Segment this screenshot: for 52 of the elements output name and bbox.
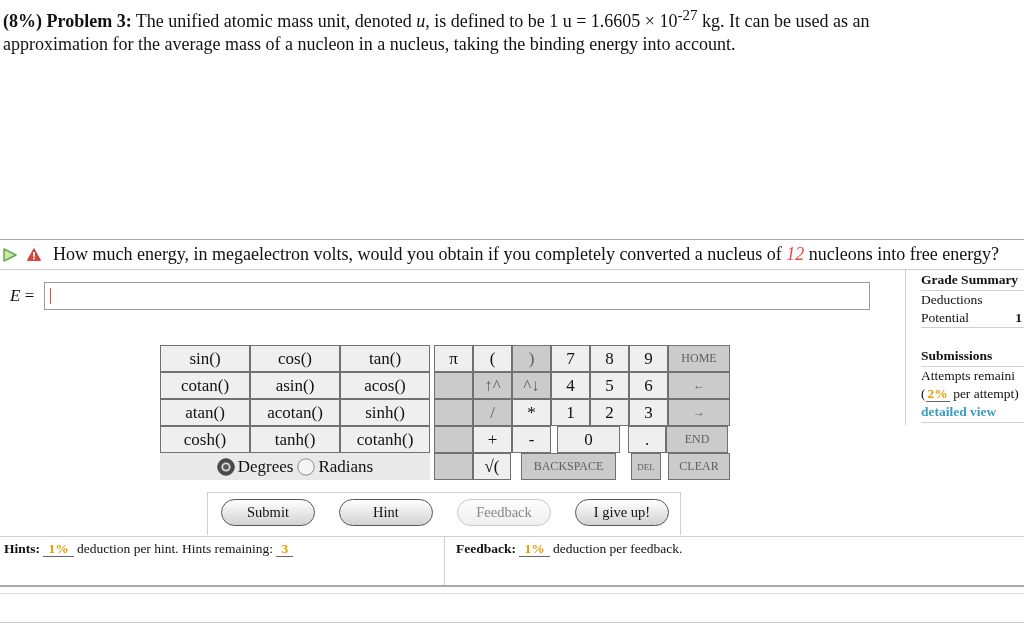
feedback-note: Feedback: 1% deduction per feedback. <box>456 540 684 558</box>
keypad-key[interactable]: 6 <box>629 372 668 399</box>
problem-statement: (8%) Problem 3: The unified atomic mass unit, denoted u, is defined to be 1 u = 1.6605 × 10$^{-27}$ kg. It can be used as an approximation for the average mass of a nucleon in a nucleus, taking the binding energy into account. <box>3 6 871 56</box>
section-heading: Grade Summary <box>921 270 1024 291</box>
keypad-key[interactable]: ( <box>473 345 512 372</box>
hints-note: Hints: 1% deduction per hint. Hints remaining: 3 <box>4 540 440 558</box>
keypad-key[interactable]: 5 <box>590 372 629 399</box>
answer-label: E = <box>10 286 36 306</box>
question-text: How much energy, in megaelectron volts, would you obtain if you completely converted a nucleus of 12 nucleons into free energy? <box>53 244 999 265</box>
function-key[interactable]: asin() <box>250 372 340 399</box>
function-key[interactable]: atan() <box>160 399 250 426</box>
per-attempt-note: (2% per attempt) <box>921 385 1020 403</box>
action-button[interactable]: I give up! <box>575 499 669 526</box>
function-key[interactable]: sinh() <box>340 399 430 426</box>
radio-icon[interactable] <box>297 457 316 476</box>
keypad-key[interactable]: + <box>473 426 512 453</box>
keypad-key[interactable]: 4 <box>551 372 590 399</box>
keypad-key[interactable]: √( <box>473 453 511 480</box>
function-key[interactable]: tan() <box>340 345 430 372</box>
section-heading: Submissions <box>921 346 1024 367</box>
radio-icon[interactable] <box>216 457 235 476</box>
keypad-key[interactable]: 3 <box>629 399 668 426</box>
keypad-key[interactable]: π <box>434 345 473 372</box>
function-key[interactable]: acotan() <box>250 399 340 426</box>
summary-value: 1 <box>1015 309 1022 327</box>
function-key[interactable]: tanh() <box>250 426 340 453</box>
keypad-key[interactable]: 1 <box>551 399 590 426</box>
action-button[interactable]: Hint <box>339 499 433 526</box>
function-key[interactable]: cosh() <box>160 426 250 453</box>
radio-option[interactable]: Radians <box>297 456 374 477</box>
warning-icon <box>27 248 41 261</box>
answer-field[interactable] <box>44 282 870 310</box>
function-key[interactable]: acos() <box>340 372 430 399</box>
play-icon[interactable] <box>3 247 17 262</box>
keypad-key[interactable]: 2 <box>590 399 629 426</box>
radio-option[interactable]: Degrees <box>216 456 294 477</box>
attempts-label: Attempts remaini <box>921 367 1017 385</box>
keypad-key[interactable]: 0 <box>557 426 620 453</box>
function-key[interactable]: cotan() <box>160 372 250 399</box>
keypad-key[interactable]: 9 <box>629 345 668 372</box>
keypad-key[interactable]: - <box>512 426 551 453</box>
function-key[interactable]: sin() <box>160 345 250 372</box>
keypad-key[interactable]: . <box>628 426 666 453</box>
text-cursor-icon <box>50 288 51 304</box>
keypad-key[interactable]: 7 <box>551 345 590 372</box>
summary-label: Deductions <box>921 291 983 309</box>
function-key[interactable]: cos() <box>250 345 340 372</box>
keypad-key[interactable]: 8 <box>590 345 629 372</box>
keypad-key[interactable]: * <box>512 399 551 426</box>
summary-label: Potential <box>921 309 969 327</box>
function-key[interactable]: cotanh() <box>340 426 430 453</box>
action-button[interactable]: Submit <box>221 499 315 526</box>
